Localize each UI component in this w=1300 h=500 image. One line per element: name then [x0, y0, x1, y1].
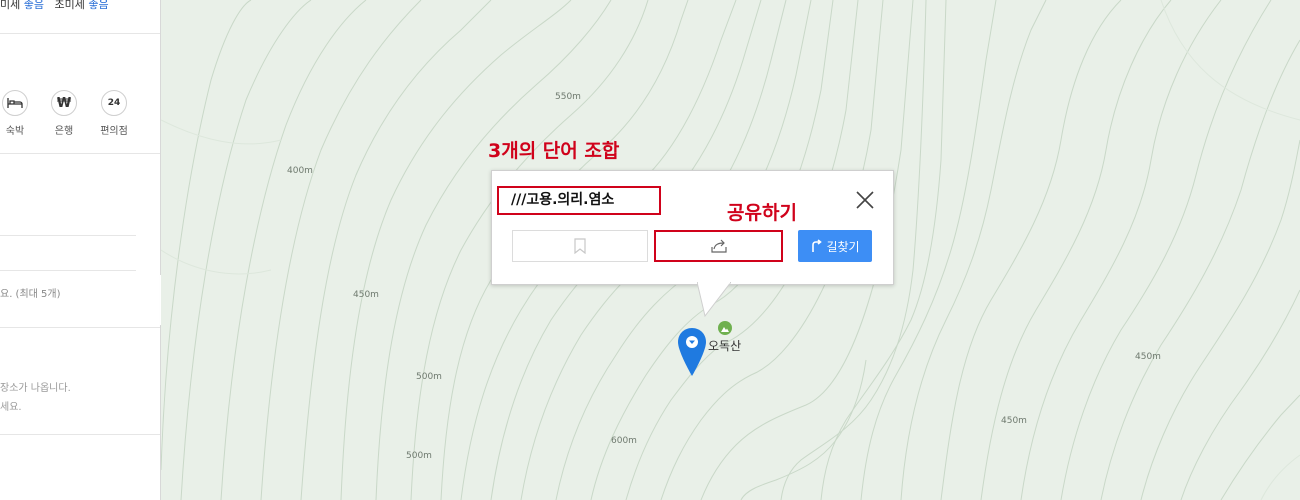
ultrafine-dust-label: 초미세	[54, 0, 85, 11]
popup-tail	[697, 282, 731, 318]
contour-label: 500m	[406, 451, 432, 461]
category-bank[interactable]: ₩ 은행	[47, 90, 81, 137]
route-icon	[812, 239, 823, 252]
bed-icon	[2, 90, 28, 116]
divider	[0, 434, 160, 435]
category-convenience-store[interactable]: 24 편의점	[97, 90, 131, 137]
contour-label: 450m	[1135, 352, 1161, 362]
divider	[0, 270, 136, 271]
contour-label: 450m	[1001, 416, 1027, 426]
directions-label: 길찾기	[826, 239, 860, 254]
air-quality: 미세 좋음 초미세 좋음	[0, 0, 109, 12]
contour-label: 500m	[416, 372, 442, 382]
sidebar: 미세 좋음 초미세 좋음 숙박 ₩ 은행 24 편의점 요. (최대 5개) 장…	[0, 0, 161, 500]
contour-label: 550m	[555, 92, 581, 102]
category-label: 은행	[54, 126, 74, 137]
hint-text: 세요.	[0, 402, 22, 413]
fine-dust-label: 미세	[0, 0, 21, 11]
share-icon	[710, 239, 727, 253]
mountain-icon[interactable]	[718, 321, 732, 335]
save-button[interactable]	[512, 230, 648, 262]
bookmark-icon	[574, 238, 586, 254]
convenience-24-icon: 24	[101, 90, 127, 116]
location-pin-icon[interactable]	[677, 327, 707, 381]
share-button[interactable]	[654, 230, 783, 262]
hint-max-count: 요. (최대 5개)	[0, 289, 61, 300]
directions-button[interactable]: 길찾기	[798, 230, 872, 262]
annotation-three-words: 3개의 단어 조합	[488, 140, 620, 162]
divider	[0, 327, 160, 328]
category-label: 숙박	[5, 126, 25, 137]
contour-label: 400m	[287, 166, 313, 176]
hint-text: 장소가 나옵니다.	[0, 383, 71, 394]
contour-label: 450m	[353, 290, 379, 300]
three-word-address: ///고용.의리.염소	[497, 186, 661, 215]
divider	[0, 153, 160, 154]
fine-dust-status: 좋음	[23, 0, 44, 11]
contour-label: 600m	[611, 436, 637, 446]
won-icon: ₩	[51, 90, 77, 116]
ultrafine-dust-status: 좋음	[88, 0, 109, 11]
annotation-share: 공유하기	[727, 202, 797, 224]
poi-label[interactable]: 오독산	[708, 337, 741, 354]
category-lodging[interactable]: 숙박	[0, 90, 32, 137]
category-label: 편의점	[100, 126, 128, 137]
divider	[0, 33, 160, 34]
divider	[0, 235, 136, 236]
close-icon[interactable]	[853, 188, 877, 212]
